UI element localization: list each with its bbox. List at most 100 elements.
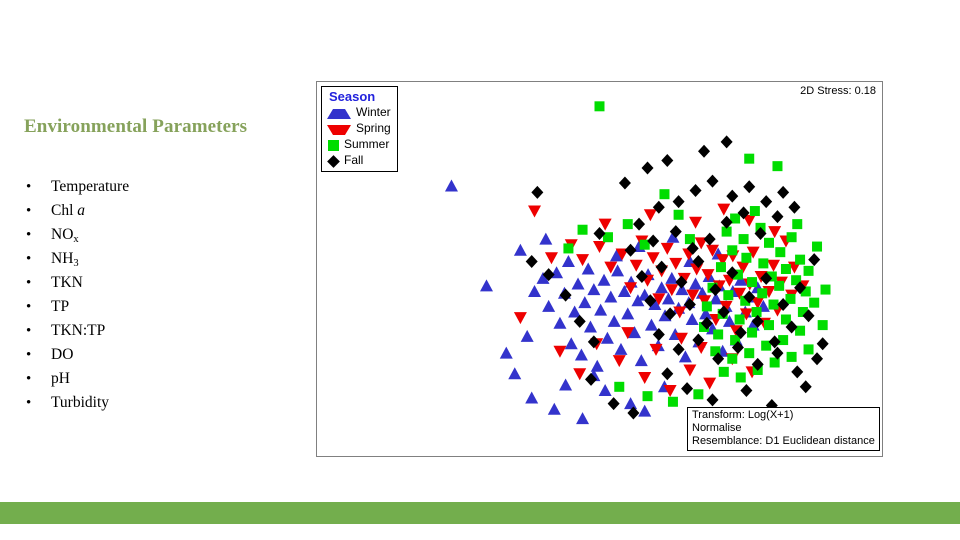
page-title: Environmental Parameters: [24, 116, 248, 137]
data-point: [600, 331, 614, 344]
data-point: [693, 389, 704, 400]
data-point: [633, 217, 646, 231]
data-point: [578, 296, 592, 309]
data-point: [685, 312, 699, 325]
data-point: [594, 303, 608, 316]
data-point: [643, 209, 657, 222]
data-point: [559, 378, 573, 391]
data-point: [718, 366, 729, 377]
data-point: [775, 247, 786, 258]
data-point: [525, 391, 539, 404]
data-point: [508, 367, 522, 380]
data-point: [820, 284, 831, 295]
data-point: [513, 243, 527, 256]
list-item-label: Turbidity: [51, 394, 110, 411]
data-point: [760, 195, 773, 209]
data-point: [667, 396, 678, 407]
data-point: [747, 277, 758, 288]
plot-area: [317, 82, 882, 456]
list-item-turbidity: • Turbidity: [24, 391, 129, 415]
data-point: [771, 210, 784, 224]
data-point: [520, 329, 534, 342]
data-point: [791, 365, 804, 379]
data-point: [717, 203, 731, 216]
normalise-line: Normalise: [692, 422, 742, 434]
data-point: [499, 346, 513, 359]
data-point: [706, 393, 719, 407]
data-point: [758, 258, 769, 269]
data-point: [812, 241, 823, 252]
data-point: [593, 241, 606, 254]
list-item-tkn: • TKN: [24, 271, 129, 295]
data-point: [659, 189, 670, 200]
data-point: [769, 357, 780, 368]
data-point: [604, 290, 618, 303]
data-point: [576, 412, 590, 425]
data-point: [622, 219, 633, 230]
data-point: [774, 280, 785, 291]
list-item-chl-a: • Chl a: [24, 199, 129, 223]
data-point: [638, 404, 652, 417]
data-point: [808, 253, 821, 267]
legend-item-winter: Winter: [326, 104, 391, 120]
data-point: [727, 245, 738, 256]
data-point: [607, 397, 620, 411]
list-item-label: NH3: [51, 250, 79, 269]
data-point: [583, 320, 597, 333]
data-point: [809, 297, 820, 308]
data-point: [559, 288, 572, 302]
legend-label: Spring: [356, 121, 391, 135]
data-point: [772, 161, 783, 172]
bullet-glyph: •: [26, 371, 32, 387]
legend-label: Winter: [356, 105, 391, 119]
list-item-label: Temperature: [51, 178, 130, 195]
data-point: [528, 205, 542, 218]
data-point: [539, 232, 553, 245]
square-icon: [328, 139, 339, 151]
diamond-icon: [327, 155, 340, 168]
list-item-label: Chl a: [51, 202, 86, 219]
data-point: [655, 260, 668, 274]
footer-accent-bar: [0, 502, 960, 524]
data-point: [778, 335, 789, 346]
data-point: [624, 243, 637, 257]
content-panel: Environmental Parameters • Temperature •…: [0, 0, 312, 500]
data-point: [661, 367, 674, 381]
data-point: [744, 153, 755, 164]
data-point: [684, 234, 695, 245]
data-point: [720, 135, 733, 149]
data-point: [561, 255, 575, 268]
triangle-up-icon: [327, 108, 351, 119]
bullet-glyph: •: [26, 299, 32, 315]
data-point: [621, 307, 635, 320]
data-point: [598, 384, 612, 397]
data-point: [689, 216, 703, 229]
data-point: [816, 337, 829, 351]
list-item-nox: • NOx: [24, 223, 129, 247]
bullet-glyph: •: [26, 347, 32, 363]
data-point: [701, 301, 712, 312]
legend-item-summer: Summer: [326, 136, 391, 152]
data-point: [644, 318, 658, 331]
data-point: [683, 364, 697, 377]
data-point: [681, 382, 694, 396]
bullet-glyph: •: [26, 251, 32, 267]
resemblance-line: Resemblance: D1 Euclidean distance: [692, 435, 875, 447]
nmds-ordination-chart: Season Winter Spring Summer Fall 2D Stre…: [316, 81, 883, 457]
data-point: [553, 345, 567, 358]
legend-label: Summer: [344, 137, 390, 151]
list-item-tkn-tp: • TKN:TP: [24, 319, 129, 343]
data-point: [576, 254, 590, 267]
data-point: [646, 252, 660, 265]
data-point: [607, 314, 621, 327]
data-point: [751, 307, 762, 318]
data-point: [749, 206, 760, 217]
data-point: [803, 344, 814, 355]
data-point: [735, 372, 746, 383]
data-point: [764, 320, 774, 331]
data-point: [618, 176, 631, 190]
data-point: [740, 384, 753, 398]
list-item-label: TKN:TP: [51, 322, 106, 339]
list-item-tp: • TP: [24, 295, 129, 319]
data-point: [614, 381, 625, 392]
